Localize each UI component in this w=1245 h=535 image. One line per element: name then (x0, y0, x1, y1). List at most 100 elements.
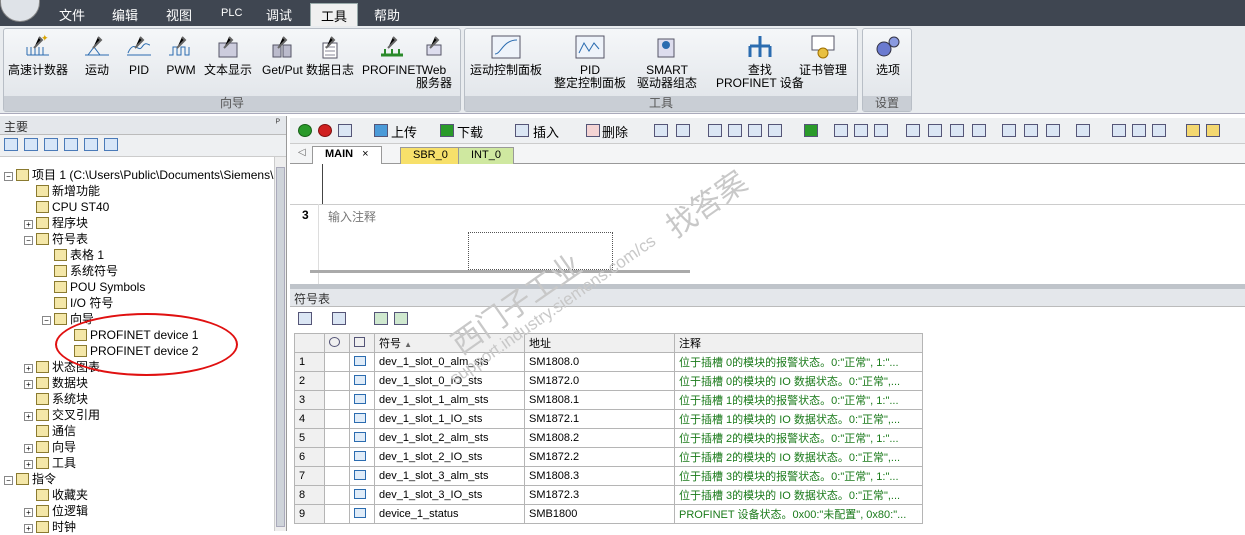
symbol-cell[interactable]: dev_1_slot_3_IO_sts (374, 485, 525, 505)
smart-drive-config-button[interactable]: SMART 驱动器组态 (637, 31, 697, 90)
comment-cell[interactable]: 位于插槽 1的模块的报警状态。0:"正常", 1:"... (674, 390, 923, 410)
tree-scrollbar[interactable] (274, 157, 286, 531)
lock-icon[interactable] (854, 124, 868, 137)
address-cell[interactable]: SM1808.3 (524, 466, 675, 486)
tree-item[interactable]: 收藏夹 (36, 487, 88, 503)
symbol-cell[interactable]: dev_1_slot_1_alm_sts (374, 390, 525, 410)
menu-plc[interactable]: PLC (221, 7, 242, 19)
ladder-contact-icon[interactable] (1002, 124, 1016, 137)
address-cell[interactable]: SM1808.2 (524, 428, 675, 448)
table-cell[interactable] (349, 447, 375, 467)
table-cell[interactable] (349, 485, 375, 505)
network-comment[interactable]: 输入注释 (328, 208, 376, 225)
ladder-editor[interactable]: 3 输入注释 (290, 164, 1245, 284)
pid-tuning-panel-button[interactable]: PID 整定控制面板 (554, 31, 626, 90)
add-icon[interactable] (298, 312, 312, 325)
address-cell[interactable]: SM1872.1 (524, 409, 675, 429)
comment-cell[interactable]: 位于插槽 0的模块的 IO 数据状态。0:"正常",... (674, 371, 923, 391)
table-cell[interactable] (349, 466, 375, 486)
row-number[interactable]: 4 (294, 409, 325, 429)
row-number[interactable]: 2 (294, 371, 325, 391)
column-header-symbol[interactable]: 符号 ▲ (374, 333, 525, 353)
expand-toggle-icon[interactable]: − (42, 316, 51, 325)
table-cell[interactable] (324, 352, 350, 372)
address-cell[interactable]: SM1872.3 (524, 485, 675, 505)
table-cell[interactable] (324, 466, 350, 486)
tree-item[interactable]: + 程序块 (24, 215, 88, 231)
symbol-cell[interactable]: device_1_status (374, 504, 525, 524)
getput-wizard-button[interactable]: Get/Put (262, 31, 303, 77)
app-menu-button[interactable] (0, 0, 40, 22)
datalog-wizard-button[interactable]: 数据日志 (306, 31, 354, 77)
table-cell[interactable] (349, 409, 375, 429)
editor-hscrollbar[interactable] (310, 270, 690, 273)
tab-sbr0[interactable]: SBR_0 (400, 147, 461, 164)
symbol-cell[interactable]: dev_1_slot_2_IO_sts (374, 447, 525, 467)
tab-int0[interactable]: INT_0 (458, 147, 514, 164)
table-cell[interactable] (324, 485, 350, 505)
address-cell[interactable]: SM1872.0 (524, 371, 675, 391)
symbol-cell[interactable]: dev_1_slot_2_alm_sts (374, 428, 525, 448)
menu-debug[interactable]: 调试 (266, 5, 292, 24)
table-cell[interactable] (324, 447, 350, 467)
tree-item[interactable]: + 数据块 (24, 375, 88, 391)
table-row[interactable]: 5 dev_1_slot_2_alm_sts SM1808.2 位于插槽 2的模块的报… (294, 428, 923, 448)
expand-toggle-icon[interactable]: + (24, 380, 33, 389)
tree-item[interactable]: − 项目 1 (C:\Users\Public\Documents\Siemens… (4, 167, 281, 183)
expand-toggle-icon[interactable]: − (24, 236, 33, 245)
tree-item[interactable]: 新增功能 (36, 183, 100, 199)
expand-toggle-icon[interactable]: + (24, 220, 33, 229)
row-number[interactable]: 7 (294, 466, 325, 486)
profinet-wizard-button[interactable]: PROFINET (362, 31, 423, 77)
delete-icon[interactable] (586, 124, 600, 137)
menu-file[interactable]: 文件 (59, 5, 85, 24)
tool-icon[interactable] (728, 124, 742, 137)
table-cell[interactable] (349, 352, 375, 372)
certificate-manager-button[interactable]: 证书管理 (799, 31, 847, 77)
insert-button[interactable]: 插入 (533, 122, 559, 141)
tool-icon[interactable] (708, 124, 722, 137)
tree-item[interactable]: I/O 符号 (54, 295, 113, 311)
hsc-wizard-button[interactable]: ✦ 高速计数器 (8, 31, 68, 77)
table-cell[interactable] (324, 371, 350, 391)
pin-icon[interactable]: ᴾ (276, 118, 280, 129)
table-cell[interactable] (349, 371, 375, 391)
tool-icon[interactable] (394, 312, 408, 325)
symbol-cell[interactable]: dev_1_slot_0_alm_sts (374, 352, 525, 372)
table-cell[interactable] (324, 504, 350, 524)
comment-cell[interactable]: 位于插槽 1的模块的 IO 数据状态。0:"正常",... (674, 409, 923, 429)
menu-view[interactable]: 视图 (166, 5, 192, 24)
view-icon[interactable] (24, 138, 38, 151)
tree-item[interactable]: + 时钟 (24, 519, 76, 535)
tool-icon[interactable] (1112, 124, 1126, 137)
table-cell[interactable] (324, 428, 350, 448)
column-header-address[interactable]: 地址 (524, 333, 675, 353)
web-server-wizard-button[interactable]: Web 服务器 (416, 31, 452, 90)
tool-icon[interactable] (1186, 124, 1200, 137)
menu-help[interactable]: 帮助 (374, 5, 400, 24)
menu-edit[interactable]: 编辑 (112, 5, 138, 24)
view-icon[interactable] (44, 138, 58, 151)
tree-item[interactable]: + 交叉引用 (24, 407, 100, 423)
expand-toggle-icon[interactable]: + (24, 412, 33, 421)
table-row[interactable]: 7 dev_1_slot_3_alm_sts SM1808.3 位于插槽 3的模块的报… (294, 466, 923, 486)
menu-tools[interactable]: 工具 (310, 3, 359, 27)
ladder-contact-icon[interactable] (928, 124, 942, 137)
pid-wizard-button[interactable]: PID (124, 31, 154, 77)
tree-item[interactable]: POU Symbols (54, 279, 145, 295)
view-icon[interactable] (4, 138, 18, 151)
close-icon[interactable]: × (362, 148, 368, 160)
view-icon[interactable] (104, 138, 118, 151)
expand-toggle-icon[interactable]: + (24, 444, 33, 453)
tab-main[interactable]: MAIN × (312, 146, 382, 164)
row-number[interactable]: 3 (294, 390, 325, 410)
table-row[interactable]: 6 dev_1_slot_2_IO_sts SM1872.2 位于插槽 2的模块的 I… (294, 447, 923, 467)
tree-item[interactable]: + 工具 (24, 455, 76, 471)
tree-item[interactable]: 表格 1 (54, 247, 104, 263)
goto-icon[interactable] (804, 124, 818, 137)
tool-icon[interactable] (374, 312, 388, 325)
table-cell[interactable] (324, 409, 350, 429)
tree-item[interactable]: + 向导 (24, 439, 76, 455)
ladder-box-icon[interactable] (1046, 124, 1060, 137)
compile-icon[interactable] (338, 124, 352, 137)
